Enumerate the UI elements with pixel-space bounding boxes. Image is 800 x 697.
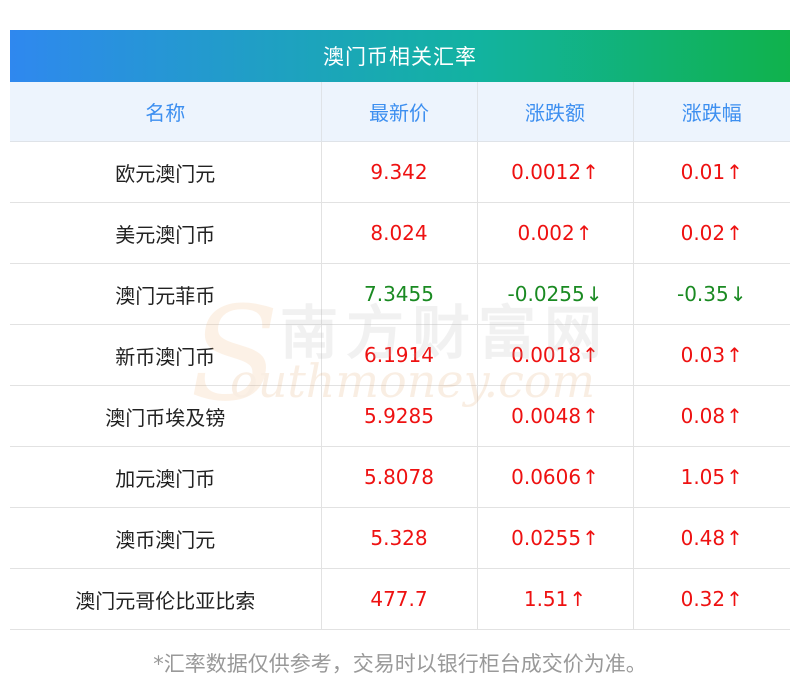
latest-price: 5.328 <box>321 507 478 569</box>
arrow-up-icon: ↑ <box>726 404 743 428</box>
change-percent-value: 0.48 <box>680 526 726 550</box>
change-percent: 0.02↑ <box>633 202 790 264</box>
change-amount: 0.0255↑ <box>477 507 634 569</box>
latest-price: 5.8078 <box>321 446 478 508</box>
currency-pair-name[interactable]: 新币澳门币 <box>10 324 322 386</box>
table-row[interactable]: 新币澳门币 6.1914 0.0018↑ 0.03↑ <box>10 324 790 386</box>
arrow-up-icon: ↑ <box>726 343 743 367</box>
change-amount-value: 0.0255 <box>511 526 582 550</box>
arrow-up-icon: ↑ <box>582 526 599 550</box>
table-row[interactable]: 澳币澳门元 5.328 0.0255↑ 0.48↑ <box>10 507 790 569</box>
arrow-up-icon: ↑ <box>726 221 743 245</box>
currency-pair-name[interactable]: 澳门元菲币 <box>10 263 322 325</box>
change-amount-value: 0.0012 <box>511 160 582 184</box>
column-header-name: 名称 <box>10 82 322 142</box>
table-row[interactable]: 澳门元哥伦比亚比索 477.7 1.51↑ 0.32↑ <box>10 568 790 630</box>
arrow-up-icon: ↑ <box>726 587 743 611</box>
currency-pair-name[interactable]: 加元澳门币 <box>10 446 322 508</box>
arrow-up-icon: ↑ <box>726 526 743 550</box>
change-amount-value: 0.0048 <box>511 404 582 428</box>
change-amount: 0.0048↑ <box>477 385 634 447</box>
change-percent: 0.32↑ <box>633 568 790 630</box>
change-amount-value: 0.0018 <box>511 343 582 367</box>
change-amount: -0.0255↓ <box>477 263 634 325</box>
table-title: 澳门币相关汇率 <box>10 30 790 82</box>
arrow-up-icon: ↑ <box>726 465 743 489</box>
arrow-up-icon: ↑ <box>582 160 599 184</box>
latest-price: 9.342 <box>321 141 478 203</box>
change-percent-value: 0.01 <box>680 160 726 184</box>
column-header-change: 涨跌额 <box>477 82 634 142</box>
arrow-up-icon: ↑ <box>582 465 599 489</box>
table-row[interactable]: 加元澳门币 5.8078 0.0606↑ 1.05↑ <box>10 446 790 508</box>
change-amount: 0.0018↑ <box>477 324 634 386</box>
change-percent-value: 0.03 <box>680 343 726 367</box>
currency-pair-name[interactable]: 欧元澳门元 <box>10 141 322 203</box>
currency-pair-name[interactable]: 澳币澳门元 <box>10 507 322 569</box>
change-percent: 0.03↑ <box>633 324 790 386</box>
column-header-price: 最新价 <box>321 82 478 142</box>
column-header-pct: 涨跌幅 <box>633 82 790 142</box>
change-amount-value: 1.51 <box>523 587 569 611</box>
change-amount: 1.51↑ <box>477 568 634 630</box>
change-amount-value: 0.0606 <box>511 465 582 489</box>
table-row[interactable]: 澳门币埃及镑 5.9285 0.0048↑ 0.08↑ <box>10 385 790 447</box>
table-row[interactable]: 欧元澳门元 9.342 0.0012↑ 0.01↑ <box>10 141 790 203</box>
arrow-down-icon: ↓ <box>729 282 747 306</box>
table-body: 欧元澳门元 9.342 0.0012↑ 0.01↑ 美元澳门币 8.024 0.002↑ 0.… <box>10 141 790 630</box>
change-percent: -0.35↓ <box>633 263 790 325</box>
change-amount-value: 0.002 <box>517 221 575 245</box>
change-percent-value: 0.32 <box>680 587 726 611</box>
change-amount: 0.0606↑ <box>477 446 634 508</box>
exchange-rate-card: 澳门币相关汇率 名称 最新价 涨跌额 涨跌幅 欧元澳门元 9.342 0.0012↑… <box>10 30 790 630</box>
latest-price: 477.7 <box>321 568 478 630</box>
arrow-up-icon: ↑ <box>582 343 599 367</box>
arrow-up-icon: ↑ <box>569 587 587 611</box>
table-row[interactable]: 美元澳门币 8.024 0.002↑ 0.02↑ <box>10 202 790 264</box>
footnote: *汇率数据仅供参考，交易时以银行柜台成交价为准。 <box>153 652 647 676</box>
change-amount-value: -0.0255 <box>507 282 585 306</box>
change-percent-value: -0.35 <box>676 282 729 306</box>
arrow-up-icon: ↑ <box>726 160 743 184</box>
rate-table: 名称 最新价 涨跌额 涨跌幅 欧元澳门元 9.342 0.0012↑ 0.01↑ 美元澳… <box>10 82 790 630</box>
latest-price: 8.024 <box>321 202 478 264</box>
change-amount: 0.002↑ <box>477 202 634 264</box>
change-percent: 0.01↑ <box>633 141 790 203</box>
latest-price: 6.1914 <box>321 324 478 386</box>
currency-pair-name[interactable]: 澳门元哥伦比亚比索 <box>10 568 322 630</box>
change-percent: 0.48↑ <box>633 507 790 569</box>
change-percent-value: 0.02 <box>680 221 726 245</box>
latest-price: 5.9285 <box>321 385 478 447</box>
change-percent-value: 1.05 <box>680 465 726 489</box>
change-percent-value: 0.08 <box>680 404 726 428</box>
latest-price: 7.3455 <box>321 263 478 325</box>
currency-pair-name[interactable]: 美元澳门币 <box>10 202 322 264</box>
arrow-up-icon: ↑ <box>582 404 599 428</box>
change-percent: 0.08↑ <box>633 385 790 447</box>
currency-pair-name[interactable]: 澳门币埃及镑 <box>10 385 322 447</box>
table-row[interactable]: 澳门元菲币 7.3455 -0.0255↓ -0.35↓ <box>10 263 790 325</box>
table-header-row: 名称 最新价 涨跌额 涨跌幅 <box>10 82 790 142</box>
change-amount: 0.0012↑ <box>477 141 634 203</box>
arrow-up-icon: ↑ <box>575 221 593 245</box>
change-percent: 1.05↑ <box>633 446 790 508</box>
arrow-down-icon: ↓ <box>585 282 603 306</box>
